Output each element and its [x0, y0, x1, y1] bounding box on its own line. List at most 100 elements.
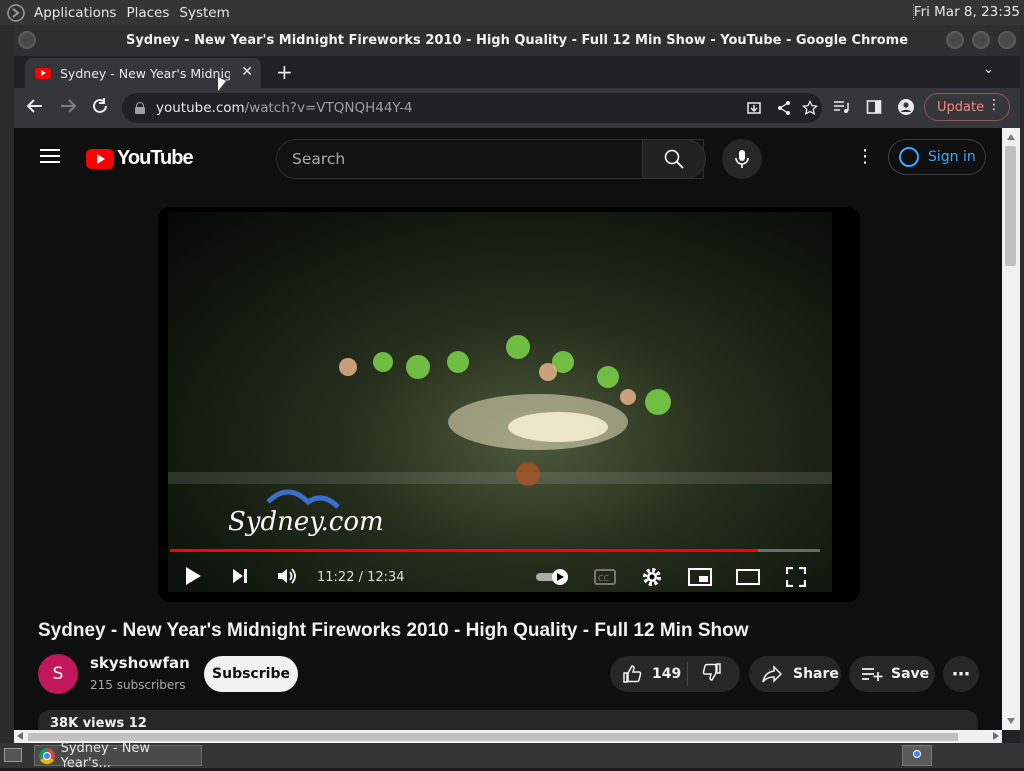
- applications-menu[interactable]: Applications: [34, 5, 116, 21]
- update-button[interactable]: Update ⋮: [924, 93, 1010, 121]
- url-host: youtube.com: [156, 100, 245, 116]
- tab-strip: Sydney - New Year's Midnight ✕ + ⌄: [14, 56, 1020, 88]
- progress-fill: [170, 549, 759, 552]
- new-tab-button[interactable]: +: [276, 60, 293, 84]
- share-button[interactable]: Share: [749, 656, 841, 692]
- share-icon[interactable]: [776, 100, 792, 120]
- save-button[interactable]: Save: [849, 656, 935, 692]
- settings-kebab-icon[interactable]: ⋮: [856, 146, 874, 167]
- video-frame: Sydney.com: [168, 212, 832, 592]
- places-menu[interactable]: Places: [126, 5, 169, 21]
- like-button[interactable]: 149: [610, 662, 688, 686]
- captions-button[interactable]: CC: [594, 569, 616, 589]
- like-dislike-group: 149: [610, 656, 740, 692]
- scroll-up-arrow-icon[interactable]: [1007, 134, 1015, 140]
- scroll-thumb[interactable]: [1005, 146, 1016, 266]
- volume-button[interactable]: [276, 566, 298, 590]
- forward-button[interactable]: [59, 97, 77, 120]
- guide-menu-icon[interactable]: [40, 149, 60, 163]
- workspace-switcher[interactable]: [902, 745, 932, 766]
- fullscreen-button[interactable]: [785, 566, 807, 591]
- back-button[interactable]: [26, 97, 44, 120]
- scroll-right-arrow-icon[interactable]: [993, 732, 999, 740]
- window-menu-button[interactable]: [18, 31, 36, 49]
- theater-mode-button[interactable]: [736, 569, 760, 589]
- miniplayer-icon: [688, 568, 712, 586]
- more-actions-button[interactable]: ⋯: [943, 656, 979, 692]
- voice-search-button[interactable]: [722, 139, 762, 179]
- description-box[interactable]: 38K views 12: [38, 710, 978, 730]
- like-count: 149: [652, 666, 682, 682]
- fullscreen-icon: [785, 566, 807, 588]
- scroll-down-arrow-icon[interactable]: [1007, 718, 1015, 724]
- play-icon: [186, 567, 201, 585]
- fireworks-image: Sydney.com: [168, 335, 832, 537]
- lock-icon[interactable]: [135, 102, 145, 114]
- share-arrow-icon: [762, 665, 783, 683]
- gear-icon: [643, 568, 661, 586]
- url-text: youtube.com/watch?v=VTQNQH44Y-4: [156, 100, 413, 116]
- autoplay-toggle[interactable]: [536, 569, 572, 589]
- profile-icon[interactable]: [898, 99, 914, 120]
- bottom-taskbar: Sydney - New Year's...: [0, 741, 1024, 771]
- desktop-edge-left: [0, 25, 14, 743]
- microphone-icon: [735, 150, 749, 168]
- vertical-scrollbar[interactable]: [1002, 128, 1020, 730]
- chrome-icon: [39, 747, 55, 764]
- subscriber-count: 215 subscribers: [90, 678, 186, 692]
- show-desktop-icon[interactable]: [4, 748, 22, 762]
- reload-button[interactable]: [91, 97, 109, 120]
- side-panel-icon[interactable]: [866, 99, 882, 120]
- miniplayer-button[interactable]: [688, 568, 712, 590]
- minimize-button[interactable]: [946, 31, 964, 49]
- maximize-button[interactable]: [972, 31, 990, 49]
- mouse-cursor-icon: [218, 77, 226, 91]
- search-button[interactable]: [642, 139, 706, 179]
- channel-avatar[interactable]: S: [38, 654, 78, 694]
- sydney-watermark-text: Sydney.com: [228, 507, 384, 537]
- window-titlebar[interactable]: Sydney - New Year's Midnight Fireworks 2…: [14, 25, 1020, 56]
- save-label: Save: [891, 666, 930, 682]
- tab-search-chevron-icon[interactable]: ⌄: [983, 62, 994, 77]
- playlist-add-icon: [862, 668, 883, 681]
- captions-icon: CC: [594, 569, 616, 585]
- close-window-button[interactable]: [998, 31, 1016, 49]
- close-tab-icon[interactable]: ✕: [241, 64, 253, 80]
- next-button[interactable]: [231, 567, 249, 589]
- taskbar-window-label: Sydney - New Year's...: [60, 740, 151, 771]
- chrome-window: Sydney - New Year's Midnight Fireworks 2…: [14, 25, 1020, 743]
- svg-text:CC: CC: [598, 574, 610, 583]
- gnome-foot-icon[interactable]: [7, 3, 27, 23]
- account-circle-icon: [899, 147, 919, 167]
- subscribe-button[interactable]: Subscribe: [204, 656, 298, 692]
- bookmark-star-icon[interactable]: [801, 99, 819, 120]
- window-title: Sydney - New Year's Midnight Fireworks 2…: [125, 33, 909, 48]
- dislike-button[interactable]: [688, 662, 722, 686]
- clock[interactable]: Fri Mar 8, 23:35: [914, 4, 1020, 20]
- desktop-edge-right: [1020, 25, 1024, 743]
- address-bar[interactable]: youtube.com/watch?v=VTQNQH44Y-4: [122, 93, 822, 123]
- chrome-menu-icon[interactable]: ⋮: [987, 97, 1001, 113]
- youtube-wordmark: YouTube: [117, 147, 194, 169]
- youtube-play-icon: [86, 148, 114, 169]
- youtube-favicon-icon: [35, 67, 51, 79]
- video-player[interactable]: Sydney.com 11:22 / 12:34 CC: [158, 207, 860, 602]
- url-path: /watch?v=VTQNQH44Y-4: [244, 100, 413, 116]
- youtube-logo[interactable]: YouTube: [86, 147, 194, 170]
- thumbs-up-icon: [623, 665, 642, 683]
- sign-in-button[interactable]: Sign in: [888, 139, 986, 175]
- settings-button[interactable]: [641, 566, 663, 592]
- scroll-left-arrow-icon[interactable]: [17, 732, 23, 740]
- channel-name[interactable]: skyshowfan: [90, 654, 190, 672]
- search-input[interactable]: Search: [276, 139, 704, 179]
- tab-title: Sydney - New Year's Midnight: [60, 65, 230, 81]
- media-control-icon[interactable]: [833, 99, 849, 120]
- video-title: Sydney - New Year's Midnight Fireworks 2…: [38, 620, 749, 641]
- play-button[interactable]: [183, 565, 203, 591]
- install-app-icon[interactable]: [746, 100, 762, 120]
- taskbar-chrome-window[interactable]: Sydney - New Year's...: [34, 741, 202, 771]
- youtube-page: YouTube Search ⋮ Sign in Sydney.com 11:2…: [14, 128, 1002, 730]
- update-label: Update: [937, 99, 985, 115]
- system-menu[interactable]: System: [179, 5, 229, 21]
- progress-bar[interactable]: [170, 549, 820, 552]
